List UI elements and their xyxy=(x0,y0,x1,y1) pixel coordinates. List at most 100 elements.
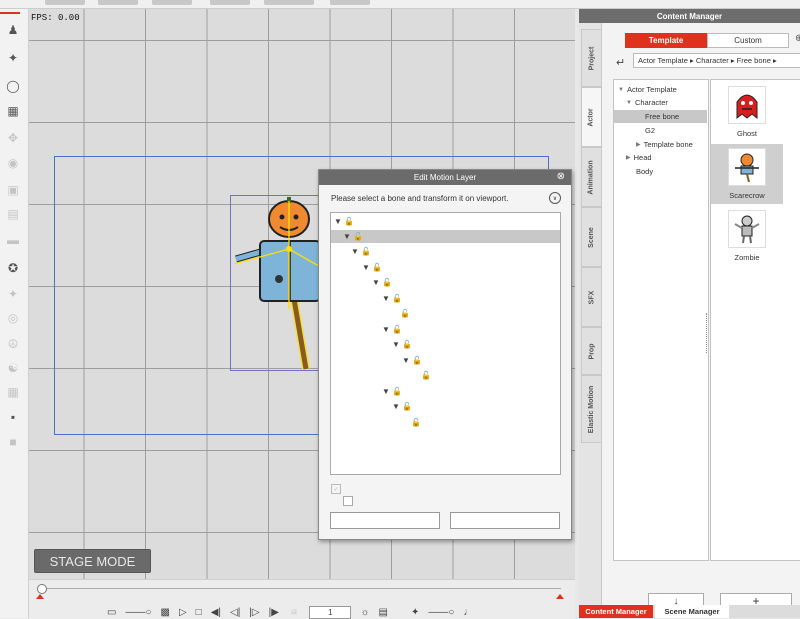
last-frame-icon[interactable]: |▶ xyxy=(269,607,279,618)
bone-lock-icon[interactable]: ▼ 🔓 xyxy=(362,263,382,272)
expand-arrow-icon[interactable]: ▶ xyxy=(626,154,631,161)
spring-icon[interactable]: ☯ xyxy=(4,359,22,377)
tree-item-free-bone[interactable]: Free bone xyxy=(614,110,707,123)
layer-icon[interactable]: ▤ xyxy=(4,205,22,223)
bone-lock-icon[interactable]: ▼ 🔓 xyxy=(343,232,363,241)
zoom-in-icon[interactable]: ▩ xyxy=(161,607,170,618)
top-tab[interactable] xyxy=(98,0,138,5)
expand-arrow-icon[interactable]: ▶ xyxy=(636,141,641,148)
bone-node[interactable]: ▼ 🔓 xyxy=(331,261,560,274)
stop-icon[interactable]: □ xyxy=(196,607,202,618)
disabled-checkbox[interactable]: ✓ xyxy=(331,484,341,494)
tree-item-character[interactable]: ▼ Character xyxy=(614,96,719,109)
next-frame-icon[interactable]: |▷ xyxy=(249,607,259,618)
bone-leaf[interactable]: 🔓 xyxy=(331,416,560,429)
bone-node[interactable]: ▼ 🔓 xyxy=(331,215,560,228)
prev-frame-icon[interactable]: ◁| xyxy=(230,607,240,618)
camera-icon[interactable]: ▪ xyxy=(4,408,22,426)
collapse-icon[interactable]: ∨ xyxy=(549,192,561,204)
tab-content-manager[interactable]: Content Manager xyxy=(579,605,653,618)
character-icon[interactable]: ♟ xyxy=(4,21,22,39)
top-tab[interactable] xyxy=(45,0,85,5)
dialog-button-right[interactable] xyxy=(450,512,560,529)
bone-lock-icon[interactable]: ▼ 🔓 xyxy=(382,387,402,396)
volume-slider[interactable]: ——○ xyxy=(428,607,454,618)
category-tree[interactable]: ▼ Actor Template ▼ Character Free bone G2 … xyxy=(613,79,709,561)
timeline-list-icon[interactable]: ▤ xyxy=(379,607,388,618)
settings-icon[interactable]: ☼ xyxy=(360,607,369,618)
thumbnail-ghost[interactable]: Ghost xyxy=(711,82,783,142)
pose-icon[interactable]: ✦ xyxy=(4,285,22,303)
range-end-marker[interactable] xyxy=(556,594,564,599)
tab-prop[interactable]: Prop xyxy=(581,327,602,375)
tree-item-head[interactable]: ▶ Head xyxy=(614,151,707,164)
bone-node[interactable]: ▼ 🔓 xyxy=(331,354,560,367)
bone-node[interactable]: ▼ 🔓 xyxy=(331,400,560,413)
tab-actor[interactable]: Actor xyxy=(581,87,601,147)
bone-node[interactable]: ▼ 🔓 xyxy=(331,385,560,398)
more-options-icon[interactable]: ⊕ xyxy=(795,33,800,44)
bone-lock-icon[interactable]: 🔓 xyxy=(400,309,410,318)
render-icon[interactable]: ■ xyxy=(4,433,22,451)
morph-icon[interactable]: ◎ xyxy=(4,309,22,327)
bone-node[interactable]: ▼ 🔓 xyxy=(331,276,560,289)
music-note-icon[interactable]: ♩ xyxy=(463,607,473,618)
play-icon[interactable]: ▷ xyxy=(179,607,187,618)
motion-icon[interactable]: ✪ xyxy=(4,259,22,277)
bone-lock-icon[interactable]: 🔓 xyxy=(421,371,431,380)
timeline-scrubber[interactable] xyxy=(37,584,47,594)
zoom-slider[interactable]: ——○ xyxy=(125,607,151,618)
bone-tree[interactable]: ▼ 🔓 ▼ 🔓 ▼ 🔓 ▼ 🔓 ▼ 🔓 ▼ 🔓 🔓 ▼ 🔓 ▼ 🔓 ▼ 🔓 🔓 … xyxy=(330,212,561,475)
tab-animation[interactable]: Animation xyxy=(581,147,602,207)
loop-icon[interactable]: ◽ xyxy=(288,607,300,618)
ruler-icon[interactable]: ▬ xyxy=(4,231,22,249)
dialog-button-left[interactable] xyxy=(330,512,440,529)
bone-node[interactable]: ▼ 🔓 xyxy=(331,323,560,336)
bone-lock-icon[interactable]: ▼ 🔓 xyxy=(382,294,402,303)
sprite-icon[interactable]: ▦ xyxy=(4,102,22,120)
bone-lock-icon[interactable]: ▼ 🔓 xyxy=(334,217,354,226)
frame-input[interactable]: 1 xyxy=(309,605,352,619)
transform-icon[interactable]: ✥ xyxy=(4,129,22,147)
timeline-track[interactable] xyxy=(46,588,561,589)
thumbnail-zombie[interactable]: Zombie xyxy=(711,206,783,266)
breadcrumb[interactable]: Actor Template ▸ Character ▸ Free bone ▸ xyxy=(633,53,800,68)
tab-custom[interactable]: Custom xyxy=(707,33,789,48)
top-tab[interactable] xyxy=(152,0,192,5)
frame-icon[interactable]: ▣ xyxy=(4,181,22,199)
bone-node[interactable]: ▼ 🔓 xyxy=(331,292,560,305)
bone-leaf[interactable]: 🔓 xyxy=(331,369,560,382)
expand-arrow-icon[interactable]: ▼ xyxy=(626,100,632,106)
tree-item-g2[interactable]: G2 xyxy=(614,124,707,137)
tab-template[interactable]: Template xyxy=(625,33,707,48)
tab-elastic-motion[interactable]: Elastic Motion xyxy=(581,375,602,443)
top-tab[interactable] xyxy=(264,0,314,5)
bone-leaf[interactable]: 🔓 xyxy=(331,307,560,320)
head-icon[interactable]: ◯ xyxy=(4,77,22,95)
range-start-marker[interactable] xyxy=(36,594,44,599)
grid-icon[interactable]: ▦ xyxy=(4,383,22,401)
tree-item-body[interactable]: Body xyxy=(614,165,707,178)
thumbnail-scarecrow[interactable]: Scarecrow xyxy=(711,144,783,204)
zoom-out-icon[interactable]: ▭ xyxy=(107,607,116,618)
top-tab[interactable] xyxy=(210,0,250,5)
expand-arrow-icon[interactable]: ▼ xyxy=(618,87,624,93)
bone-lock-icon[interactable]: ▼ 🔓 xyxy=(402,356,422,365)
option-checkbox[interactable] xyxy=(343,496,353,506)
tab-project[interactable]: Project xyxy=(581,29,602,87)
bone-node[interactable]: ▼ 🔓 xyxy=(331,230,560,243)
template-thumbnails[interactable]: Ghost Scarecrow Zombie xyxy=(710,79,800,561)
tab-scene[interactable]: Scene xyxy=(581,207,602,267)
bone-lock-icon[interactable]: 🔓 xyxy=(411,418,421,427)
back-icon[interactable]: ↵ xyxy=(616,56,625,69)
bone-edit-icon[interactable]: ✦ xyxy=(4,49,22,67)
stage-mode-button[interactable]: STAGE MODE xyxy=(34,549,151,573)
bone-node[interactable]: ▼ 🔓 xyxy=(331,338,560,351)
tab-scene-manager[interactable]: Scene Manager xyxy=(655,605,729,618)
bone-lock-icon[interactable]: ▼ 🔓 xyxy=(392,402,412,411)
volume-icon[interactable]: ✦ xyxy=(411,607,419,618)
tab-sfx[interactable]: SFX xyxy=(581,267,602,327)
bone-lock-icon[interactable]: ▼ 🔓 xyxy=(382,325,402,334)
first-frame-icon[interactable]: ◀| xyxy=(211,607,221,618)
tree-item-actor-template[interactable]: ▼ Actor Template xyxy=(614,83,711,96)
